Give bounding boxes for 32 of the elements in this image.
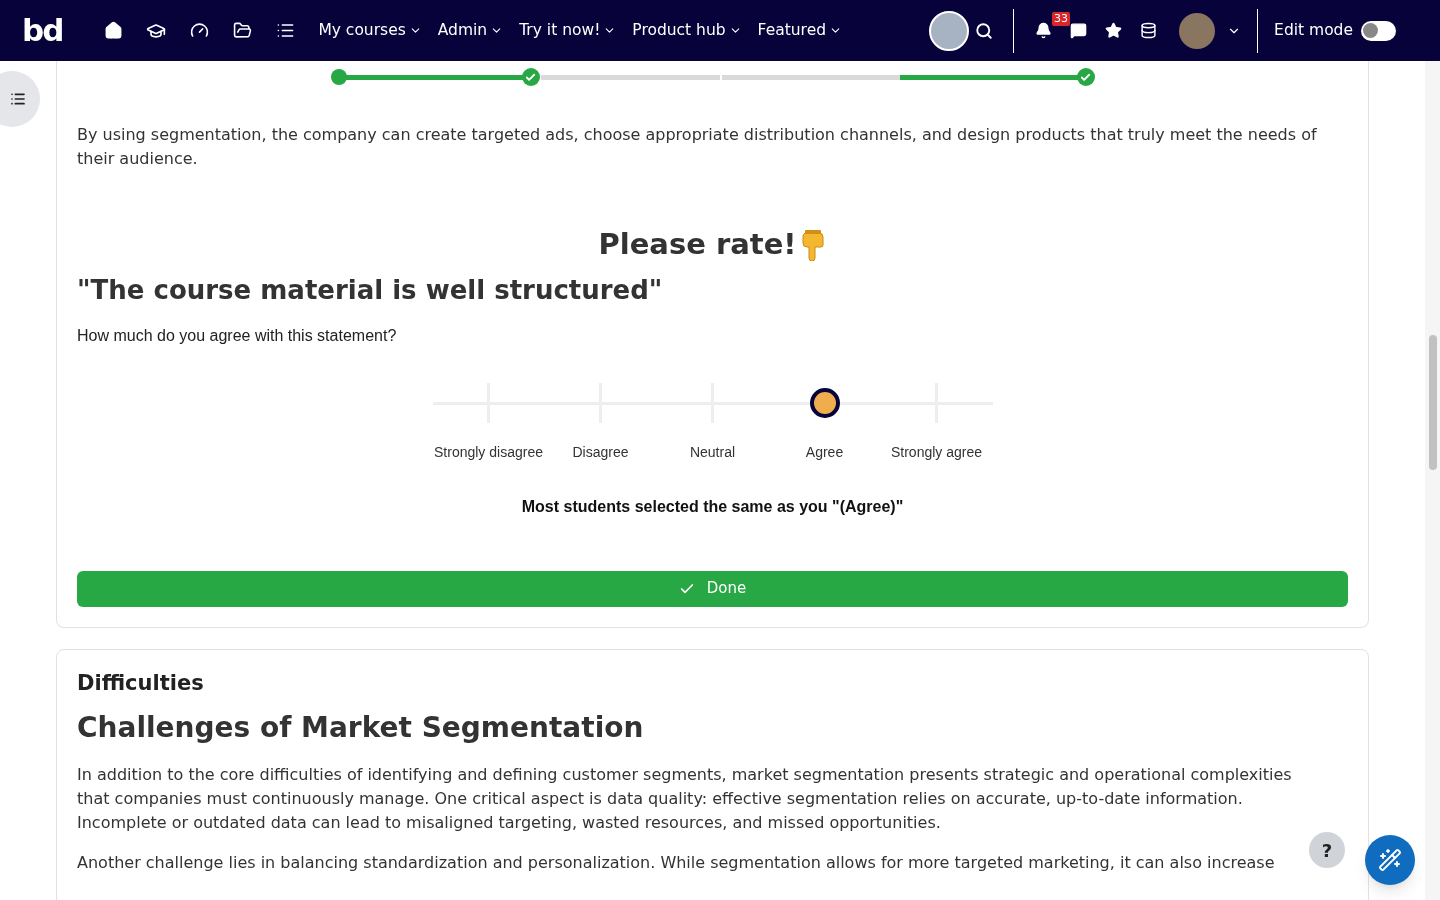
rating-label: Agree: [805, 442, 844, 462]
nav-menu[interactable]: Admin: [437, 18, 504, 43]
rating-label: Disagree: [572, 442, 629, 462]
edit-mode-toggle[interactable]: [1361, 20, 1396, 41]
nav-menu[interactable]: Product hub: [632, 18, 742, 43]
section-label: Difficulties: [77, 669, 205, 697]
statement-heading: "The course material is well structured": [77, 273, 664, 307]
list-icon: [10, 91, 26, 107]
section-paragraph: In addition to the core difficulties of identifying and defining customer segments, market segmentation presents strategic and operational complexities that companies must continuously manage. One critical aspect is data quality: effective segmentation relies on accurate, up-to-date information. Incomplete or outdated data can lead to misaligned targeting, wasted resources, and missed opportunities.: [77, 764, 1293, 834]
notification-badge: 33: [1052, 11, 1071, 26]
section-title: Challenges of Market Segmentation: [77, 710, 645, 746]
nav-menu[interactable]: My courses: [318, 18, 422, 43]
question-text: How much do you agree with this statement?: [77, 325, 398, 346]
hand-pointing-down-icon: [800, 228, 827, 261]
result-text: Most students selected the same as you "(Agree)": [520, 496, 905, 517]
photo-placeholder[interactable]: [929, 10, 970, 51]
intro-paragraph: By using segmentation, the company can create targeted ads, choose appropriate distribution channels, and design products that truly meet the needs of their audience.: [77, 124, 1318, 170]
magic-wand-button[interactable]: [1365, 835, 1415, 885]
rating-title: Please rate!: [598, 226, 797, 263]
section-paragraph: Another challenge lies in balancing standardization and personalization. While segmentation allows for more targeted marketing, it can also increase: [77, 852, 1276, 874]
nav-menu[interactable]: Try it now!: [519, 18, 617, 43]
rating-label: Strongly agree: [890, 442, 983, 462]
logo[interactable]: bd: [22, 15, 63, 46]
course-index-toggle[interactable]: [0, 71, 40, 127]
edit-mode-label: Edit mode: [1274, 19, 1353, 41]
wand-icon: [1378, 848, 1402, 872]
bell-icon[interactable]: [1034, 22, 1052, 39]
user-avatar[interactable]: [1179, 12, 1216, 49]
rating-label: Neutral: [689, 442, 736, 462]
help-button[interactable]: ?: [1309, 832, 1345, 868]
nav-menu[interactable]: Featured: [757, 18, 843, 43]
rating-label: Strongly disagree: [434, 442, 543, 462]
